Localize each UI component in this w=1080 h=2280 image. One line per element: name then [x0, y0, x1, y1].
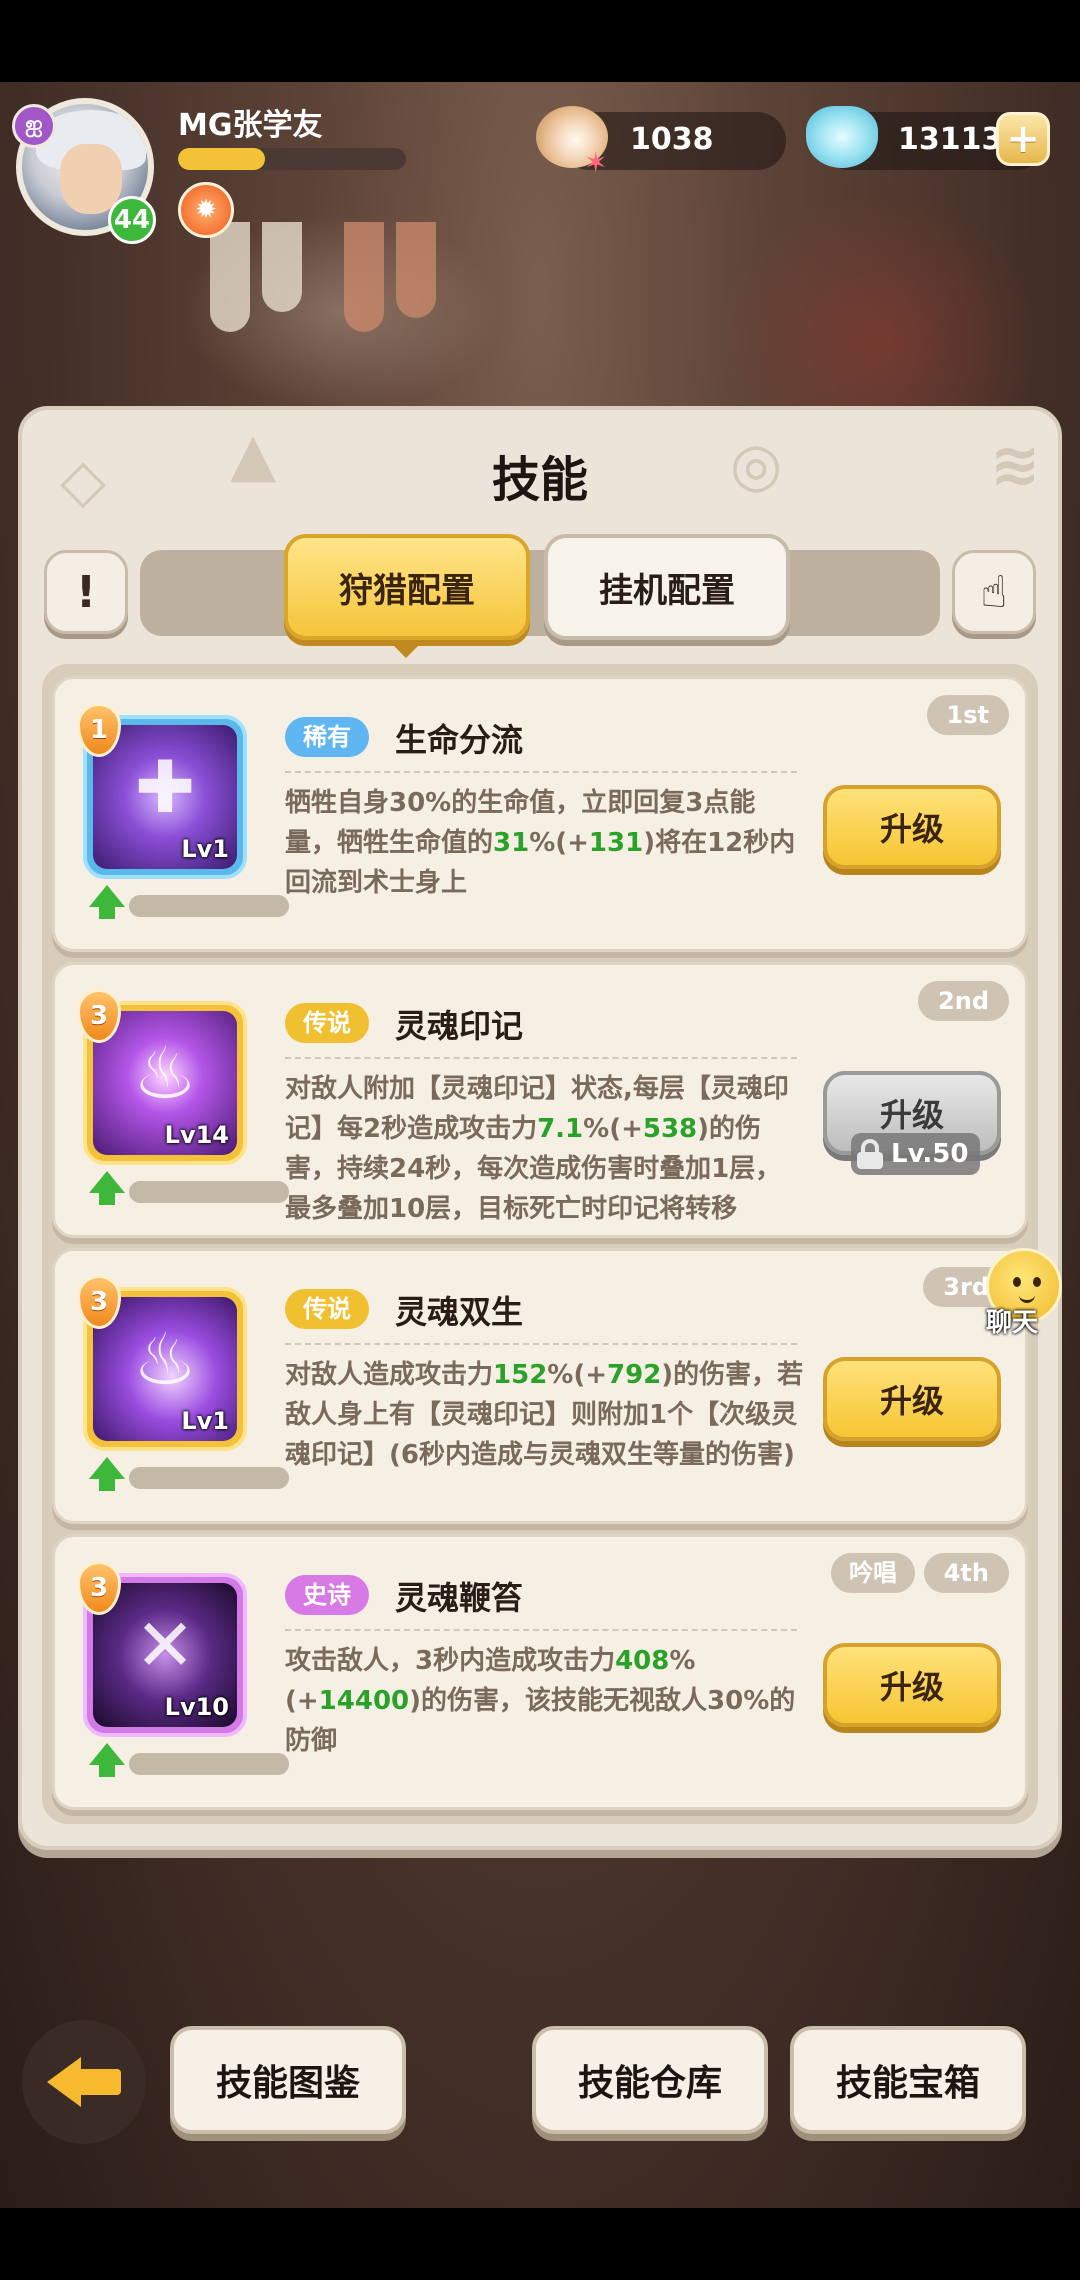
slot-rank-badge: 2nd — [918, 981, 1009, 1021]
tab-hunt-config[interactable]: 狩猎配置 — [284, 534, 530, 640]
buff-icon[interactable]: ✹ — [178, 182, 234, 238]
upgrade-arrow-icon — [89, 1457, 125, 1479]
add-currency-button[interactable]: + — [996, 112, 1050, 166]
slot-rank-badge: 1st — [926, 695, 1009, 735]
skill-description: 对敌人造成攻击力152%(+792)的伤害，若敌人身上有【灵魂印记】则附加1个【… — [285, 1360, 804, 1470]
skill-progress-bar — [129, 1753, 289, 1775]
hand-pointer-button[interactable]: ☝ — [952, 550, 1036, 634]
unlock-requirement: Lv.50 — [851, 1133, 981, 1175]
skill-description: 攻击敌人，3秒内造成攻击力408%(+14400)的伤害，该技能无视敌人30%的… — [285, 1646, 796, 1756]
page-title: 技能 — [491, 452, 588, 508]
fang-decoration — [210, 222, 250, 332]
skill-name: 灵魂印记 — [395, 1007, 524, 1045]
lock-icon — [857, 1139, 883, 1169]
divider — [285, 1057, 797, 1059]
skill-level: Lv14 — [164, 1121, 229, 1149]
skill-storage-button[interactable]: 技能仓库 — [532, 2026, 768, 2134]
rarity-badge: 稀有 — [285, 717, 369, 757]
chant-badge: 吟唱 — [831, 1553, 915, 1593]
divider — [285, 1343, 797, 1345]
pearl-count: 1038 — [630, 122, 714, 157]
back-button[interactable] — [22, 2020, 146, 2144]
chat-label[interactable]: 聊天 — [962, 1302, 1062, 1339]
player-name: MG张学友 — [178, 108, 323, 143]
skill-chest-button[interactable]: 技能宝箱 — [790, 2026, 1026, 2134]
skill-codex-button[interactable]: 技能图鉴 — [170, 2026, 406, 2134]
tab-track — [140, 550, 940, 636]
unlock-level: Lv.50 — [891, 1139, 969, 1169]
skill-progress-bar — [129, 895, 289, 917]
crystal-icon — [806, 106, 878, 168]
skill-card[interactable]: ♨ Lv14 3 传说 灵魂印记 对敌人附加【灵魂印记】状态,每层【灵魂印记】每… — [52, 962, 1028, 1238]
rarity-badge: 传说 — [285, 1289, 369, 1329]
top-black-bar — [0, 0, 1080, 82]
bottom-black-bar — [0, 2208, 1080, 2280]
skill-description: 牺牲自身30%的生命值，立即回复3点能量，牺牲生命值的31%(+131)将在12… — [285, 788, 796, 898]
active-tab-pointer-icon — [388, 640, 424, 658]
skill-level: Lv1 — [181, 1407, 229, 1435]
skill-card[interactable]: ✕ Lv10 3 史诗 灵魂鞭笞 攻击敌人，3秒内造成攻击力408%(+1440… — [52, 1534, 1028, 1810]
skill-card[interactable]: ♨ Lv1 3 传说 灵魂双生 对敌人造成攻击力152%(+792)的伤害，若敌… — [52, 1248, 1028, 1524]
divider — [285, 1629, 797, 1631]
exp-bar-fill — [178, 148, 265, 170]
slot-rank-badge: 4th — [923, 1553, 1009, 1593]
exp-bar — [178, 148, 406, 170]
skill-name: 生命分流 — [395, 721, 524, 759]
player-level-badge: 44 — [108, 196, 156, 244]
skill-progress-bar — [129, 1467, 289, 1489]
starfish-icon: ✶ — [584, 146, 608, 179]
tooth-decoration — [344, 222, 384, 332]
skill-description: 对敌人附加【灵魂印记】状态,每层【灵魂印记】每2秒造成攻击力7.1%(+538)… — [285, 1074, 789, 1224]
skill-level: Lv10 — [164, 1693, 229, 1721]
upgrade-button[interactable]: 升级 — [823, 785, 1001, 869]
upgrade-button[interactable]: 升级 — [823, 1357, 1001, 1441]
rarity-badge: 史诗 — [285, 1575, 369, 1615]
tooth-decoration — [396, 222, 436, 318]
player-avatar[interactable]: ஐ 44 — [12, 98, 158, 244]
upgrade-button[interactable]: 升级 — [823, 1643, 1001, 1727]
skill-progress-bar — [129, 1181, 289, 1203]
back-arrow-icon — [47, 2057, 121, 2107]
fang-decoration — [262, 222, 302, 312]
crystal-count: 13113 — [898, 122, 1003, 157]
divider — [285, 771, 797, 773]
skill-name: 灵魂鞭笞 — [395, 1579, 524, 1617]
rarity-badge: 传说 — [285, 1003, 369, 1043]
skill-name: 灵魂双生 — [395, 1293, 524, 1331]
tab-idle-config[interactable]: 挂机配置 — [544, 534, 790, 640]
info-button[interactable]: ! — [44, 550, 128, 634]
upgrade-arrow-icon — [89, 1743, 125, 1765]
upgrade-arrow-icon — [89, 1171, 125, 1193]
skill-level: Lv1 — [181, 835, 229, 863]
upgrade-arrow-icon — [89, 885, 125, 907]
vip-icon: ஐ — [12, 104, 56, 148]
skill-card[interactable]: ✚ Lv1 1 稀有 生命分流 牺牲自身30%的生命值，立即回复3点能量，牺牲生… — [52, 676, 1028, 952]
